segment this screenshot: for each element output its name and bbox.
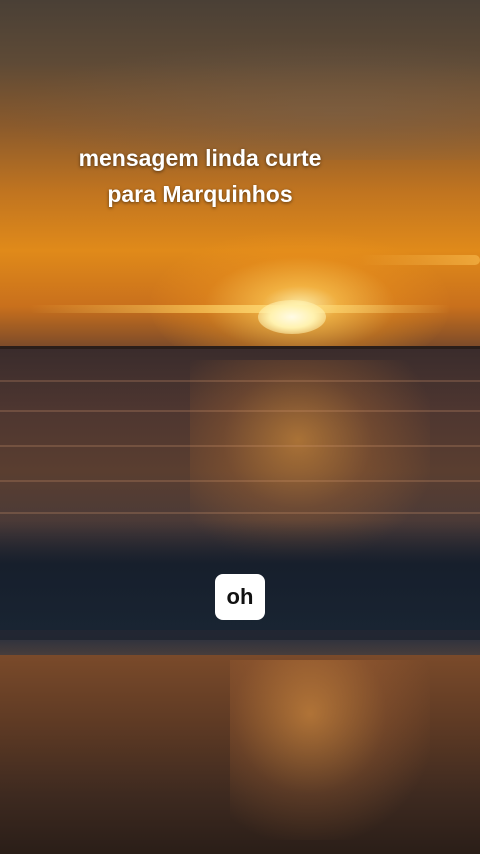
- sun-reflection-on-sand: [230, 660, 430, 840]
- wave-line: [0, 445, 480, 447]
- caption-line-2: para Marquinhos: [107, 181, 293, 207]
- wave-line: [0, 512, 480, 514]
- wave-line: [0, 410, 480, 412]
- video-frame: mensagem linda curte para Marquinhos oh: [0, 0, 480, 854]
- wave-line: [0, 380, 480, 382]
- text-sticker[interactable]: oh: [215, 574, 265, 620]
- caption-line-1: mensagem linda curte: [78, 145, 322, 171]
- cloud-streak: [360, 255, 480, 265]
- horizon-cloud-streak: [30, 305, 450, 313]
- wave-line: [0, 480, 480, 482]
- overlay-caption: mensagem linda curte para Marquinhos: [0, 140, 400, 212]
- sun: [258, 300, 326, 334]
